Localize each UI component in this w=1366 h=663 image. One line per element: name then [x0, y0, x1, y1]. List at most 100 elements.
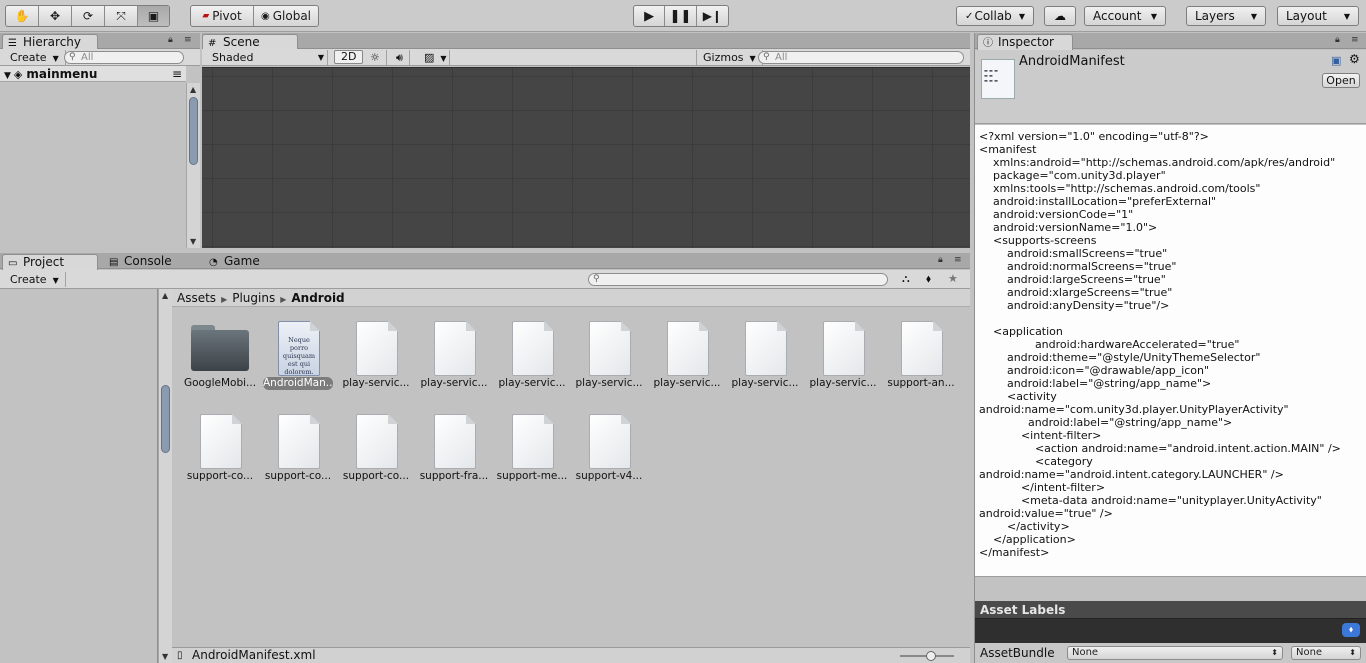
- xml-document-icon: Neque porro quisquam est qui dolorem.: [278, 321, 320, 376]
- scroll-down-icon[interactable]: ▼: [190, 237, 196, 246]
- collab-dropdown[interactable]: ✓ Collab ▼: [956, 6, 1034, 26]
- asset-file[interactable]: support-v4...: [570, 408, 648, 488]
- move-tool-button[interactable]: ✥: [39, 6, 72, 26]
- scene-root-row[interactable]: ▼ ◈ mainmenu ≡: [0, 66, 186, 82]
- settings-gear-icon[interactable]: ⚙: [1349, 52, 1360, 66]
- project-search-input[interactable]: ⚲: [588, 273, 888, 286]
- gizmos-dropdown[interactable]: Gizmos ▼: [696, 50, 763, 65]
- layout-label: Layout: [1286, 9, 1327, 23]
- project-panel: ▭ Project ▤ Console ◔ Game 🔒︎ ≡ Create ▼ ⚲ ⛬…: [0, 253, 970, 663]
- hand-tool-button[interactable]: ✋: [6, 6, 39, 26]
- lock-icon[interactable]: 🔒︎: [938, 255, 943, 265]
- panel-menu-icon[interactable]: ≡: [1351, 35, 1359, 45]
- pause-button[interactable]: ❚❚: [665, 6, 697, 26]
- row-menu-icon[interactable]: ≡: [172, 66, 182, 82]
- hierarchy-search-input[interactable]: ⚲ All: [64, 51, 184, 64]
- shading-mode-dropdown[interactable]: Shaded ▼: [206, 50, 328, 65]
- scale-tool-button[interactable]: ⤧: [105, 6, 138, 26]
- open-button[interactable]: Open: [1322, 73, 1360, 88]
- asset-label: play-servic...: [809, 377, 877, 389]
- asset-file[interactable]: support-me...: [493, 408, 571, 488]
- asset-label: support-co...: [186, 470, 254, 482]
- slider-handle[interactable]: [926, 651, 936, 661]
- pivot-toggle[interactable]: ▰ Pivot: [191, 6, 255, 26]
- asset-file[interactable]: play-servic...: [648, 315, 726, 395]
- asset-file[interactable]: play-servic...: [570, 315, 648, 395]
- tab-scene-label: Scene: [223, 35, 260, 49]
- account-dropdown[interactable]: Account ▼: [1084, 6, 1166, 26]
- asset-file[interactable]: support-co...: [337, 408, 415, 488]
- pivot-icon: ▰: [202, 11, 210, 21]
- step-button[interactable]: ▶❙: [697, 6, 728, 26]
- favorite-star-icon[interactable]: ★: [948, 272, 958, 285]
- panel-menu-icon[interactable]: ≡: [954, 255, 962, 265]
- tab-console[interactable]: ▤ Console: [104, 254, 200, 270]
- hierarchy-create-dropdown[interactable]: Create ▼: [4, 50, 66, 65]
- global-toggle[interactable]: ◉ Global: [254, 6, 318, 26]
- breadcrumb-android[interactable]: Android: [291, 291, 344, 305]
- scroll-down-icon[interactable]: ▼: [162, 652, 168, 661]
- layout-dropdown[interactable]: Layout ▼: [1277, 6, 1359, 26]
- check-icon: ✓: [965, 10, 974, 22]
- asset-file[interactable]: play-servic...: [804, 315, 882, 395]
- help-book-icon[interactable]: ▣: [1331, 54, 1341, 67]
- search-icon: ⚲: [763, 52, 770, 62]
- console-icon: ▤: [109, 257, 119, 268]
- play-button[interactable]: ▶: [634, 6, 666, 26]
- tag-icon[interactable]: ⬧: [1342, 623, 1360, 637]
- asset-file[interactable]: play-servic...: [415, 315, 493, 395]
- tab-game[interactable]: ◔ Game: [204, 254, 300, 270]
- project-scroll-thumb[interactable]: [161, 385, 170, 453]
- rotate-tool-button[interactable]: ⟳: [72, 6, 105, 26]
- asset-file[interactable]: play-servic...: [726, 315, 804, 395]
- project-folder-tree[interactable]: [0, 289, 158, 663]
- account-label: Account: [1093, 9, 1142, 23]
- tab-hierarchy[interactable]: ☰ Hierarchy: [2, 34, 98, 50]
- asset-file[interactable]: support-co...: [259, 408, 337, 488]
- project-tabbar: ▭ Project ▤ Console ◔ Game 🔒︎ ≡: [0, 253, 970, 270]
- assetbundle-dropdown[interactable]: None ⬍: [1067, 646, 1283, 660]
- hierarchy-panel: ☰ Hierarchy 🔒︎ ≡ Create ▼ ⚲ All ▼ ◈ mainmenu …: [0, 33, 200, 248]
- scene-search-input[interactable]: ⚲ All: [758, 51, 964, 64]
- filter-by-label-icon[interactable]: ⬧: [926, 272, 931, 286]
- tab-project[interactable]: ▭ Project: [2, 254, 98, 270]
- tab-inspector[interactable]: ⓘ Inspector: [977, 34, 1073, 50]
- asset-folder[interactable]: GoogleMobi...: [181, 315, 259, 395]
- asset-file[interactable]: support-co...: [181, 408, 259, 488]
- asset-label: play-servic...: [498, 377, 566, 389]
- asset-label: support-fra...: [419, 470, 489, 482]
- project-tree-scrollbar[interactable]: ▲ ▼: [158, 289, 172, 663]
- chevron-down-icon: ▼: [1343, 11, 1350, 21]
- asset-file[interactable]: play-servic...: [493, 315, 571, 395]
- globe-icon: ◉: [261, 10, 270, 22]
- audio-toggle[interactable]: 🔊︎: [390, 50, 410, 65]
- breadcrumb-assets[interactable]: Assets: [177, 291, 216, 305]
- icon-size-slider[interactable]: [900, 651, 954, 661]
- effects-dropdown[interactable]: ▨ ▼: [418, 50, 450, 65]
- 2d-toggle[interactable]: 2D: [334, 50, 364, 64]
- scroll-up-icon[interactable]: ▲: [190, 85, 196, 94]
- variant-dropdown[interactable]: None ⬍: [1291, 646, 1361, 660]
- filter-by-type-icon[interactable]: ⛬: [902, 272, 910, 286]
- asset-file[interactable]: play-servic...: [337, 315, 415, 395]
- scroll-up-icon[interactable]: ▲: [162, 291, 168, 300]
- cloud-button[interactable]: ☁: [1044, 6, 1076, 26]
- lighting-toggle[interactable]: ☼: [364, 50, 387, 65]
- scene-viewport[interactable]: [202, 67, 970, 248]
- hierarchy-scroll-thumb[interactable]: [189, 97, 198, 165]
- lock-icon[interactable]: 🔒︎: [168, 35, 173, 45]
- project-create-dropdown[interactable]: Create ▼: [4, 272, 66, 287]
- asset-file[interactable]: support-fra...: [415, 408, 493, 488]
- breadcrumb-plugins[interactable]: Plugins: [232, 291, 275, 305]
- updown-icon: ⬍: [1271, 648, 1278, 657]
- layers-dropdown[interactable]: Layers ▼: [1186, 6, 1266, 26]
- panel-menu-icon[interactable]: ≡: [184, 35, 192, 45]
- inspector-tabbar: ⓘ Inspector 🔒︎ ≡: [975, 33, 1366, 50]
- asset-manifest-selected[interactable]: Neque porro quisquam est qui dolorem. An…: [259, 315, 337, 395]
- lock-icon[interactable]: 🔒︎: [1335, 35, 1340, 45]
- hierarchy-scrollbar[interactable]: ▲ ▼: [186, 83, 200, 248]
- collab-label: Collab: [974, 9, 1012, 23]
- asset-file[interactable]: support-an...: [882, 315, 960, 395]
- rect-tool-button[interactable]: ▣: [138, 6, 169, 26]
- tab-scene[interactable]: # Scene: [202, 34, 298, 50]
